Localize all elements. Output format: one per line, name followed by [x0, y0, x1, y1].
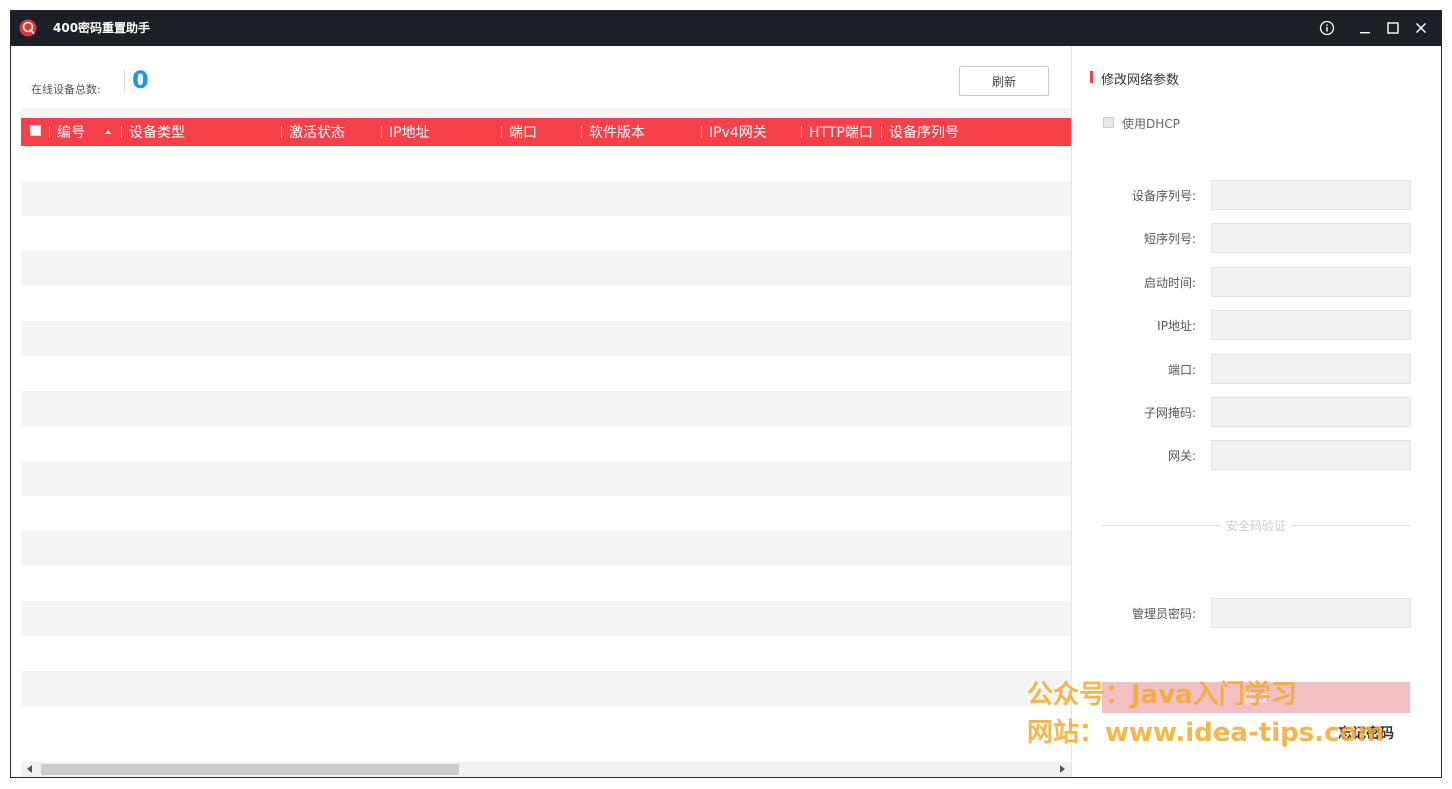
online-device-count: 0: [132, 66, 149, 94]
table-row: [21, 321, 1071, 356]
dhcp-label: 使用DHCP: [1122, 117, 1180, 131]
forgot-password-link[interactable]: 忘记密码: [1338, 723, 1394, 743]
column-header-software-version[interactable]: 软件版本: [581, 118, 701, 146]
panel-title: 修改网络参数: [1101, 73, 1180, 88]
device-table: 编号 设备类型 激活状态 IP地址 端口 软件版本 IPv4网关 HTTP端口 …: [21, 108, 1071, 762]
boot-time-label: 启动时间:: [1143, 276, 1196, 290]
serial-number-input[interactable]: [1211, 180, 1411, 210]
table-row: [21, 356, 1071, 391]
online-device-count-label: 在线设备总数:: [31, 83, 101, 96]
subnet-mask-input[interactable]: [1211, 397, 1411, 427]
scrollbar-thumb[interactable]: [41, 764, 459, 775]
modify-button[interactable]: 修改: [1102, 682, 1410, 713]
sort-ascending-icon[interactable]: [105, 130, 111, 134]
table-row: [21, 706, 1071, 741]
column-header-port[interactable]: 端口: [501, 118, 581, 146]
maximize-icon[interactable]: [1382, 17, 1404, 39]
close-icon[interactable]: [1410, 17, 1432, 39]
admin-password-label: 管理员密码:: [1131, 607, 1196, 621]
table-row: [21, 566, 1071, 601]
table-header: 编号 设备类型 激活状态 IP地址 端口 软件版本 IPv4网关 HTTP端口 …: [21, 118, 1071, 146]
app-window: 400密码重置助手 在线设备总数: 0 刷新 编号 设备类型 激活状态 IP地址…: [10, 10, 1442, 778]
table-row: [21, 181, 1071, 216]
dhcp-checkbox[interactable]: [1103, 117, 1114, 128]
device-list-area: 在线设备总数: 0 刷新 编号 设备类型 激活状态 IP地址 端口 软件版本 I…: [11, 46, 1071, 777]
port-label: 端口:: [1167, 363, 1196, 377]
serial-number-label: 设备序列号:: [1131, 189, 1196, 203]
table-row: [21, 636, 1071, 671]
table-body: [21, 146, 1071, 741]
table-row: [21, 216, 1071, 251]
ip-address-label: IP地址:: [1157, 319, 1196, 333]
column-header-ipv4-gateway[interactable]: IPv4网关: [701, 118, 801, 146]
column-header-ip-address[interactable]: IP地址: [381, 118, 501, 146]
table-row: [21, 146, 1071, 181]
table-row: [21, 671, 1071, 706]
column-header-activation-status[interactable]: 激活状态: [281, 118, 381, 146]
info-icon[interactable]: [1316, 17, 1338, 39]
table-row: [21, 391, 1071, 426]
refresh-button[interactable]: 刷新: [959, 66, 1049, 96]
table-row: [21, 286, 1071, 321]
table-row: [21, 531, 1071, 566]
short-serial-input[interactable]: [1211, 223, 1411, 253]
port-input[interactable]: [1211, 354, 1411, 384]
column-header-serial-number[interactable]: 设备序列号: [881, 118, 1071, 146]
network-params-panel: 修改网络参数 使用DHCP 设备序列号: 短序列号: 启动时间: IP地址: 端…: [1071, 46, 1441, 777]
subnet-mask-label: 子网掩码:: [1143, 406, 1196, 420]
table-row: [21, 496, 1071, 531]
title-bar[interactable]: 400密码重置助手: [11, 11, 1441, 46]
table-row: [21, 426, 1071, 461]
horizontal-scrollbar[interactable]: [21, 762, 1071, 777]
short-serial-label: 短序列号:: [1143, 232, 1196, 246]
table-row: [21, 461, 1071, 496]
select-all-checkbox[interactable]: [30, 125, 41, 136]
count-divider: [124, 70, 125, 92]
app-logo-icon: [19, 19, 37, 37]
table-row: [21, 251, 1071, 286]
scroll-left-icon[interactable]: [27, 765, 32, 773]
table-top-band: [21, 108, 1071, 118]
table-row: [21, 601, 1071, 636]
admin-password-input[interactable]: [1211, 598, 1411, 628]
column-header-device-type[interactable]: 设备类型: [121, 118, 281, 146]
ip-address-input[interactable]: [1211, 310, 1411, 340]
section-marker: [1090, 71, 1093, 83]
security-section-label: 安全码验证: [1101, 517, 1411, 534]
boot-time-input[interactable]: [1211, 267, 1411, 297]
gateway-input[interactable]: [1211, 440, 1411, 470]
gateway-label: 网关:: [1167, 449, 1196, 463]
scroll-right-icon[interactable]: [1060, 765, 1065, 773]
window-title: 400密码重置助手: [53, 21, 151, 35]
minimize-icon[interactable]: [1354, 17, 1376, 39]
column-header-http-port[interactable]: HTTP端口: [801, 118, 881, 146]
